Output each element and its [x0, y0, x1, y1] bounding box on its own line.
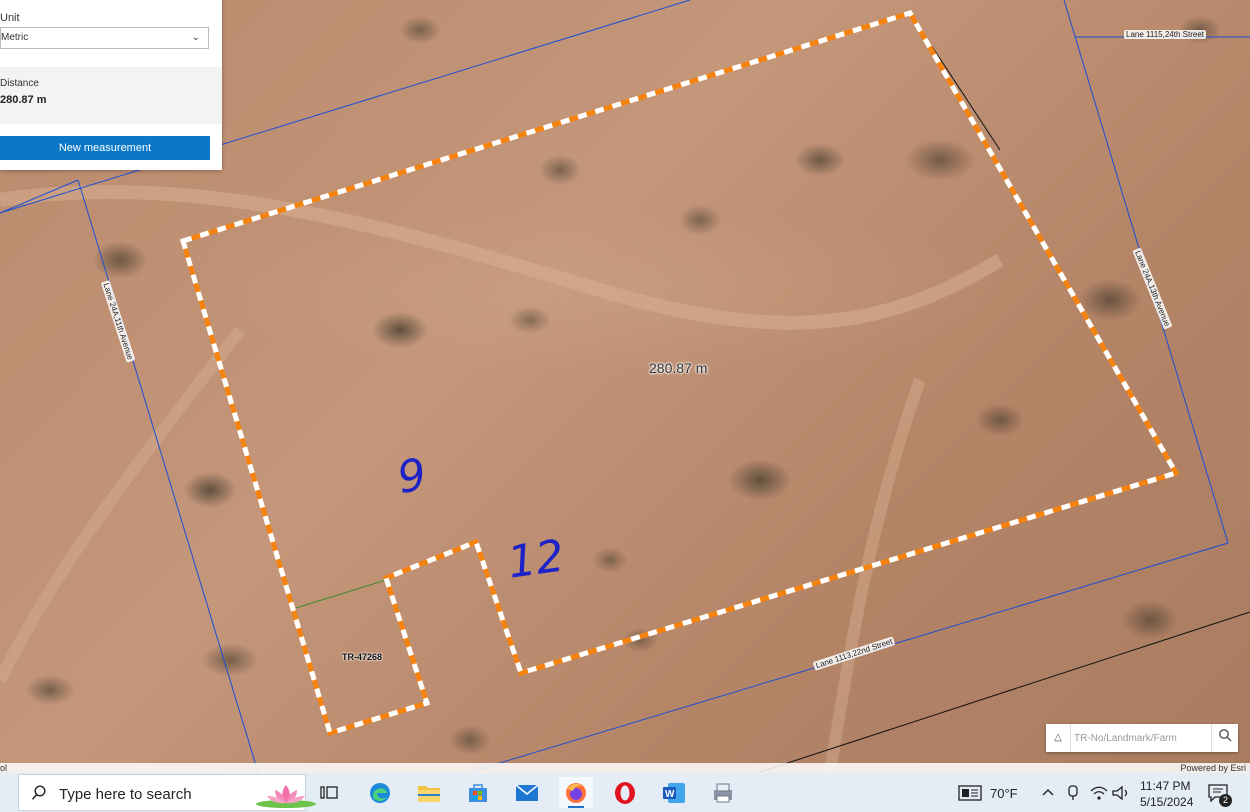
road-label-24th-street: Lane 1115,24th Street	[1124, 30, 1206, 39]
attribution-left: ol	[0, 763, 8, 773]
taskbar-app-firefox[interactable]	[559, 777, 593, 808]
task-view-icon	[320, 785, 338, 799]
map-search-input[interactable]	[1074, 728, 1208, 748]
word-icon: W	[663, 782, 685, 803]
opera-icon	[615, 781, 635, 804]
taskbar-app-other[interactable]	[706, 777, 740, 808]
notification-count-badge: 2	[1219, 794, 1232, 807]
taskbar-app-store[interactable]	[461, 777, 495, 808]
clock-time[interactable]: 11:47 PM	[1140, 779, 1190, 793]
distance-value: 280.87 m	[0, 94, 47, 106]
taskbar-app-mail[interactable]	[510, 777, 544, 808]
svg-text:W: W	[665, 789, 675, 800]
parcel-label: TR-47268	[342, 652, 383, 662]
distance-label: Distance	[0, 78, 39, 89]
unit-dropdown[interactable]: Metric ⌄	[0, 27, 209, 49]
task-view-button[interactable]	[312, 777, 346, 808]
search-icon	[31, 785, 46, 800]
taskbar-app-file-explorer[interactable]	[412, 777, 446, 808]
news-widget-icon[interactable]	[958, 785, 982, 801]
mail-icon	[515, 783, 539, 801]
store-icon	[469, 783, 487, 802]
meet-now-icon[interactable]	[1066, 785, 1080, 801]
new-measurement-button[interactable]: New measurement	[0, 136, 210, 160]
measurement-label: 280.87 m	[649, 360, 708, 376]
printer-app-icon	[714, 783, 732, 802]
expand-toggle-icon[interactable]: △	[1046, 724, 1071, 752]
clock-date[interactable]: 5/15/2024	[1140, 795, 1193, 809]
map-attribution-bar: ol Powered by Esri	[0, 763, 1250, 773]
taskbar-app-word[interactable]: W	[657, 777, 691, 808]
dirt-track	[0, 326, 245, 683]
chevron-up-icon[interactable]	[1042, 788, 1054, 796]
taskbar-app-edge[interactable]	[363, 777, 397, 808]
chevron-down-icon: ⌄	[191, 32, 200, 43]
firefox-icon	[566, 782, 586, 803]
taskbar-search-text: Type here to search	[59, 786, 192, 803]
dirt-track	[0, 185, 1004, 330]
map-search-box: △	[1046, 724, 1238, 752]
start-button[interactable]	[0, 773, 18, 812]
attribution-esri[interactable]: Powered by Esri	[1180, 763, 1246, 773]
search-icon[interactable]	[1211, 724, 1238, 752]
volume-icon[interactable]	[1112, 785, 1130, 801]
measure-panel: Unit Metric ⌄ Distance 280.87 m New meas…	[0, 0, 222, 170]
folder-icon	[418, 785, 440, 802]
measure-segment	[295, 579, 387, 609]
edge-icon	[370, 782, 390, 803]
windows-taskbar: Type here to search W 70°F 11:47 PM 5/15…	[0, 773, 1250, 812]
handwritten-note: 12	[504, 530, 568, 589]
taskbar-search-box[interactable]: Type here to search	[18, 774, 316, 811]
distance-result: Distance 280.87 m	[0, 67, 222, 124]
unit-value: Metric	[1, 32, 29, 43]
lotus-icon	[256, 785, 316, 808]
taskbar-app-opera[interactable]	[608, 777, 642, 808]
weather-temperature[interactable]: 70°F	[990, 786, 1018, 801]
wifi-icon[interactable]	[1090, 785, 1108, 801]
unit-label: Unit	[0, 12, 20, 24]
